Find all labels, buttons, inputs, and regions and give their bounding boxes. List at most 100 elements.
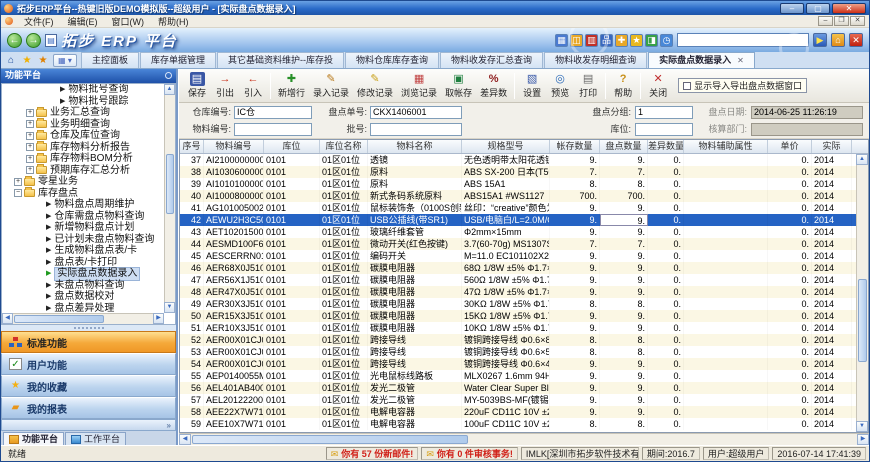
status-notice[interactable]: ✉你有 57 份新邮件! [326,447,419,460]
table-row[interactable]: 45AESCERRN0116200010101区01位编码开关M=11.0 EC… [180,250,868,262]
grid-icon[interactable]: ▦ [555,34,568,47]
expand-icon[interactable]: + [26,132,34,140]
back-button[interactable]: ← [7,33,22,48]
table-row[interactable]: 39AI1010100000000010101区01位原料ABS 15A18.8… [180,178,868,190]
star-icon[interactable]: ★ [630,34,643,47]
stack-button-标准功能[interactable]: 标准功能 [1,331,176,353]
forward-button[interactable]: → [26,33,41,48]
menu-item[interactable]: 编辑(E) [61,17,105,27]
table-row[interactable]: 42AEWU2H3C50031010101区01位USB公插线(带SR1)USB… [180,214,868,226]
tree-item[interactable]: ▶盘点数据校对 [2,291,175,303]
tree-item[interactable]: +库存物料分析报告 [2,142,175,154]
tab-5[interactable]: 物料收发存汇总查询 [440,52,543,68]
table-row[interactable]: 51AER10X3J5101100010101区01位碳膜电阻器10KΩ 1/8… [180,322,868,334]
close-banner-button[interactable]: ✕ [849,33,863,47]
tree-item[interactable]: ▶实际盘点数据录入 [2,268,175,280]
tree-item[interactable]: ▶物料批号跟踪 [2,96,175,108]
tab-7[interactable]: 实际盘点数据录入✕ [648,52,755,68]
table-row[interactable]: 49AER30X3J5101100010101区01位碳膜电阻器30KΩ 1/8… [180,298,868,310]
table-row[interactable]: 47AER56X1J5101100010101区01位碳膜电阻器560Ω 1/8… [180,274,868,286]
batch-no-field[interactable] [370,123,462,136]
tree-item[interactable]: +零星业务 [2,176,175,188]
scroll-up-icon[interactable]: ▲ [164,84,175,95]
menu-item[interactable]: 帮助(H) [151,17,196,27]
toolbar-button-浏览记录[interactable]: ▦浏览记录 [397,71,441,100]
toolbar-button-预览[interactable]: ◎预览 [546,71,574,100]
scroll-left-icon[interactable]: ◀ [2,313,13,324]
tree-vertical-scrollbar[interactable]: ▲ ▼ [164,84,175,313]
checkbox-icon[interactable] [683,82,691,90]
table-row[interactable]: 50AER15X3J5101100010101区01位碳膜电阻器15KΩ 1/8… [180,310,868,322]
grid-horizontal-scrollbar[interactable]: ◀ ▶ [179,433,869,445]
expand-icon[interactable]: + [14,178,22,186]
expand-icon[interactable]: + [26,155,34,163]
location-field[interactable] [635,123,693,136]
tree-item[interactable]: +预期库存汇总分析 [2,165,175,177]
table-row[interactable]: 58AEE22X7W7105A00010101区01位电解电容器220uF CD… [180,406,868,418]
column-header-7[interactable]: 帐存数量 [550,140,600,153]
tree-item[interactable]: −库存盘点 [2,188,175,200]
column-header-9[interactable]: 差异数量 [648,140,684,153]
tree-item[interactable]: +业务明细查询 [2,119,175,131]
add-favorite-icon[interactable]: ★ [35,54,51,68]
table-row[interactable]: 37AI2100000000000010101区01位透镜无色透明带太阳花透镜（… [180,154,868,166]
home-button[interactable]: ⌂ [831,33,845,47]
minimize-button[interactable]: ‒ [780,3,804,14]
table-row[interactable]: 43AET102015000000010101区01位玻璃纤维套管Φ2mm×15… [180,226,868,238]
tree-item[interactable]: ▶新增物料盘点计划 [2,222,175,234]
material-code-field[interactable] [234,123,312,136]
toolbar-button-录入记录[interactable]: ✎录入记录 [309,71,353,100]
tree-item[interactable]: +仓库及库位查询 [2,130,175,142]
folder-add-icon[interactable]: ✚ [615,34,628,47]
tree-item[interactable]: ▶物料批号查询 [2,84,175,96]
table-row[interactable]: 59AEE10X7W7105500010101区01位电解电容器100uF CD… [180,418,868,430]
stack-button-用户功能[interactable]: ✓用户功能 [1,353,176,375]
tab-close-icon[interactable]: ✕ [737,53,744,68]
expand-icon[interactable]: + [26,166,34,174]
tab-1[interactable]: 主控面板 [81,52,139,68]
tab-2[interactable]: 库存单据管理 [140,52,216,68]
home-icon[interactable]: ⌂ [3,54,19,68]
table-row[interactable]: 44AESMD100F616300010101区01位微动开关(红色按键)3.7… [180,238,868,250]
table-row[interactable]: 53AER00X01CJ00500010101区01位跨接导线镀铜跨接导线 Φ0… [180,346,868,358]
table-row[interactable]: 41AG1010050020210010101区01位鼠标装饰条（0100S创新… [180,202,868,214]
tree-item[interactable]: ▶已计划未盘点物料查询 [2,234,175,246]
column-header-3[interactable]: 库位 [264,140,320,153]
mdi-close-button[interactable]: ✕ [850,16,865,26]
pin-icon[interactable] [165,72,172,79]
scrollbar-thumb[interactable] [192,435,468,444]
column-header-11[interactable]: 单价 [768,140,812,153]
tree-item[interactable]: ▶仓库需盘点物料查询 [2,211,175,223]
tree-item[interactable]: +业务汇总查询 [2,107,175,119]
column-header-2[interactable]: 物料编号 [204,140,264,153]
toolbar-button-保存[interactable]: ▤保存 [183,71,211,100]
scrollbar-thumb[interactable] [858,279,867,362]
panel-tab-1[interactable]: 功能平台 [3,432,64,445]
scrollbar-thumb[interactable] [166,154,174,214]
maximize-button[interactable]: ▢ [806,3,830,14]
table-row[interactable]: 46AER68X0J5101100010101区01位碳膜电阻器68Ω 1/8W… [180,262,868,274]
stack-button-我的报表[interactable]: ▰我的报表 [1,397,176,419]
tab-6[interactable]: 物料收发存明细查询 [544,52,647,68]
toolbar-button-引入[interactable]: ←引入 [239,71,267,100]
table-row[interactable]: 55AEP0140055M1601010101区01位光电鼠标线路板MLX026… [180,370,868,382]
mdi-restore-button[interactable]: ❐ [834,16,849,26]
scroll-right-icon[interactable]: ▶ [857,434,869,445]
scroll-right-icon[interactable]: ▶ [153,313,164,324]
scroll-down-icon[interactable]: ▼ [856,421,868,432]
tab-3[interactable]: 其它基础资料维护--库存投 [217,52,344,68]
scroll-down-icon[interactable]: ▼ [164,302,175,313]
column-header-12[interactable]: 实际 [812,140,852,153]
scroll-up-icon[interactable]: ▲ [856,154,868,165]
tab-4[interactable]: 物料仓库库存查询 [345,52,439,68]
column-header-4[interactable]: 库位名称 [320,140,368,153]
panel-tab-2[interactable]: 工作平台 [65,432,126,445]
table-row[interactable]: 54AER00X01CJ00400010101区01位跨接导线镀铜跨接导线 Φ0… [180,358,868,370]
import-export-toggle[interactable]: 显示导入导出盘点数据窗口 [678,78,807,93]
column-header-6[interactable]: 规格型号 [462,140,550,153]
table-row[interactable]: 48AER47X0J5101100010101区01位碳膜电阻器47Ω 1/8W… [180,286,868,298]
table-row[interactable]: 38AI1030600000000010101区01位原料ABS SX-200 … [180,166,868,178]
column-header-5[interactable]: 物料名称 [368,140,462,153]
toolbar-button-帮助[interactable]: ?帮助 [609,71,637,100]
status-notice[interactable]: ✉你有 0 件审核事务! [421,447,518,460]
